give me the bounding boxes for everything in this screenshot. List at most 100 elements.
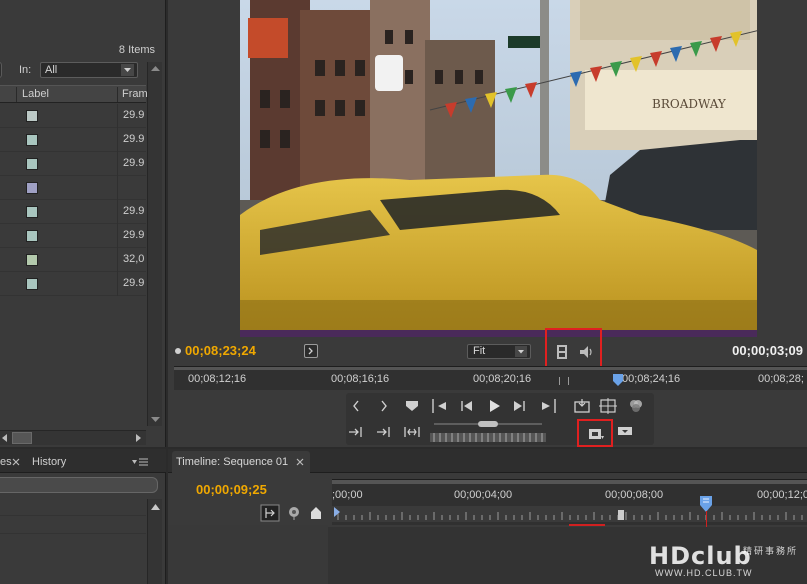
playhead-icon[interactable] [612, 373, 624, 387]
history-vertical-scrollbar[interactable] [147, 499, 162, 584]
close-icon[interactable] [12, 458, 20, 466]
project-item-row[interactable]: 29.9 [0, 224, 146, 248]
marker-icon[interactable] [402, 397, 422, 415]
lift-icon[interactable] [587, 427, 605, 441]
playhead-timecode[interactable]: 00;08;23;24 [185, 343, 256, 358]
project-item-list: 29.9 29.9 29.9 29.9 29.9 32,0 29.9 [0, 104, 146, 296]
step-back-frame-icon[interactable] [456, 397, 476, 415]
insert-icon[interactable] [346, 423, 366, 441]
frame-rate: 29.9 [123, 229, 145, 241]
zoom-level-dropdown[interactable]: Fit [467, 344, 531, 359]
trim-icon[interactable] [402, 423, 422, 441]
shuttle-jog-control[interactable] [430, 421, 546, 443]
watermark-logo: HDclub 精研事務所 WWW.HD.CLUB.TW [649, 542, 799, 578]
panel-tab-bar: es History [0, 449, 166, 473]
project-item-row[interactable]: 29.9 [0, 152, 146, 176]
work-area-marker[interactable] [559, 377, 569, 385]
play-icon[interactable] [484, 397, 504, 415]
ruler-tick-label: 00;00;04;00 [454, 489, 513, 501]
in-point-icon[interactable] [333, 506, 341, 518]
project-item-row[interactable]: 32,0 [0, 248, 146, 272]
label-swatch[interactable] [26, 230, 38, 242]
label-swatch[interactable] [26, 158, 38, 170]
timecode-indicator-icon [175, 348, 181, 354]
column-divider[interactable] [16, 87, 17, 102]
audio-icon[interactable] [578, 344, 594, 360]
project-column-header: Label Fram [0, 85, 148, 103]
project-item-row[interactable]: 29.9 [0, 200, 146, 224]
go-to-in-icon[interactable] [430, 397, 450, 415]
tick-marks [332, 506, 807, 522]
scroll-right-icon[interactable] [133, 432, 143, 444]
label-swatch[interactable] [26, 278, 38, 290]
ruler-tick-label: 00;00;12;0 [757, 489, 807, 501]
video-preview[interactable]: BROADWAY [240, 0, 757, 337]
close-icon[interactable] [296, 458, 304, 466]
step-forward-frame-icon[interactable] [510, 397, 530, 415]
project-panel: 8 Items In: All Label Fram 29.9 29.9 29.… [0, 0, 166, 447]
settings-button[interactable] [304, 344, 318, 358]
column-label-header[interactable]: Label [22, 88, 49, 100]
monitor-time-ruler[interactable]: 00;08;12;16 00;08;16;16 00;08;20;16 00;0… [174, 366, 807, 390]
timeline-tools [258, 504, 328, 524]
in-filter-dropdown[interactable]: All [40, 62, 138, 78]
marker-target-icon[interactable] [286, 505, 302, 521]
output-icon[interactable] [626, 397, 646, 415]
step-forward-icon[interactable] [374, 397, 394, 415]
scroll-thumb[interactable] [12, 432, 32, 444]
scroll-up-icon[interactable] [148, 62, 163, 76]
step-back-icon[interactable] [346, 397, 366, 415]
zoom-bar[interactable] [174, 367, 807, 370]
safe-margins-icon[interactable] [598, 397, 618, 415]
divider [0, 533, 146, 534]
label-swatch[interactable] [26, 110, 38, 122]
add-marker-icon[interactable] [310, 506, 322, 520]
frame-rate: 29.9 [123, 109, 145, 121]
frame-rate: 29.9 [123, 205, 145, 217]
film-icon[interactable] [554, 344, 570, 360]
tab-partial[interactable]: es [0, 456, 12, 468]
project-item-row[interactable]: 29.9 [0, 128, 146, 152]
divider [117, 104, 118, 128]
watermark-chinese-text: 精研事務所 [743, 546, 799, 556]
extract-icon[interactable] [616, 425, 634, 439]
project-horizontal-scrollbar[interactable] [0, 430, 146, 445]
scroll-down-icon[interactable] [148, 412, 163, 426]
project-item-row[interactable]: 29.9 [0, 272, 146, 296]
zoom-bar[interactable] [332, 480, 807, 484]
project-item-row[interactable] [0, 176, 146, 200]
chevron-down-icon [121, 64, 134, 76]
tab-timeline-sequence[interactable]: Timeline: Sequence 01 [172, 451, 310, 473]
highlight-annotation [577, 419, 613, 447]
panel-menu-icon[interactable] [131, 457, 149, 467]
track-headers [168, 525, 328, 584]
label-swatch[interactable] [26, 254, 38, 266]
project-item-row[interactable]: 29.9 [0, 104, 146, 128]
label-swatch[interactable] [26, 182, 38, 194]
history-search-field[interactable] [0, 477, 158, 493]
timeline-timecode[interactable]: 00;00;09;25 [196, 482, 267, 497]
project-vertical-scrollbar[interactable] [147, 62, 162, 426]
timeline-time-ruler[interactable]: ;00;00 00;00;04;00 00;00;08;00 00;00;12;… [332, 479, 807, 526]
label-swatch[interactable] [26, 134, 38, 146]
snap-icon[interactable] [260, 504, 280, 522]
tab-history[interactable]: History [32, 456, 66, 468]
scroll-left-icon[interactable] [0, 432, 10, 444]
column-frame-rate-header[interactable]: Fram [122, 88, 148, 100]
divider [117, 272, 118, 296]
work-area-bar[interactable] [569, 524, 605, 526]
divider [117, 248, 118, 272]
monitor-info-row: 00;08;23;24 Fit 00;00;03;09 [168, 328, 807, 368]
scroll-up-icon[interactable] [148, 501, 163, 513]
label-swatch[interactable] [26, 206, 38, 218]
timeline-tab-bar: Timeline: Sequence 01 [168, 449, 807, 473]
export-frame-icon[interactable] [572, 397, 592, 415]
column-divider[interactable] [117, 87, 118, 102]
overlay-icon[interactable] [374, 423, 394, 441]
project-search-field[interactable] [0, 62, 2, 78]
go-to-out-icon[interactable] [538, 397, 558, 415]
divider [117, 176, 118, 200]
frame-rate: 29.9 [123, 157, 145, 169]
bracket-icon [308, 347, 313, 355]
duration-timecode[interactable]: 00;00;03;09 [732, 343, 803, 358]
